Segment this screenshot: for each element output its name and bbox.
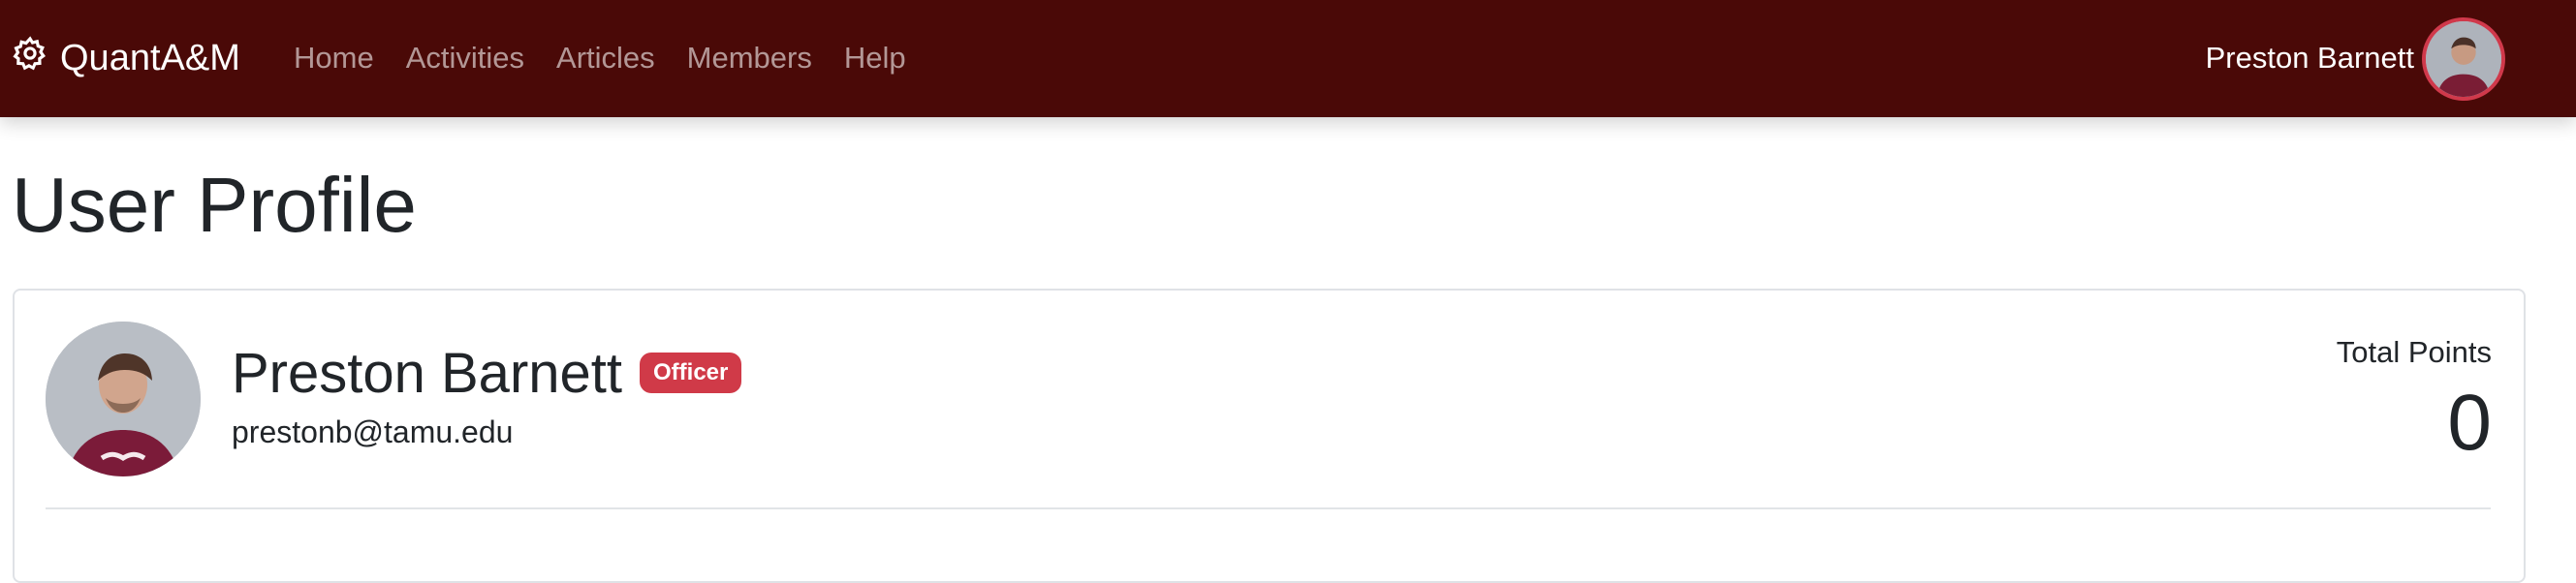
brand-link[interactable]: QuantA&M — [12, 32, 240, 84]
profile-email: prestonb@tamu.edu — [232, 414, 514, 449]
brand-label: QuantA&M — [60, 37, 240, 78]
nav-articles-link[interactable]: Articles — [556, 41, 655, 76]
nav-links: Home Activities Articles Members Help — [294, 32, 938, 84]
profile-name-row: Preston Barnett Officer — [232, 341, 742, 405]
nav-activities-link[interactable]: Activities — [406, 41, 524, 76]
profile-name: Preston Barnett — [232, 341, 622, 405]
navbar-avatar[interactable] — [2422, 17, 2505, 101]
top-navbar: QuantA&M Home Activities Articles Member… — [0, 0, 2576, 117]
total-points-value: 0 — [2447, 379, 2492, 467]
profile-avatar — [46, 322, 201, 476]
nav-members-link[interactable]: Members — [687, 41, 812, 76]
page-title: User Profile — [12, 162, 417, 248]
profile-card: Preston Barnett Officer prestonb@tamu.ed… — [13, 289, 2526, 583]
gear-icon — [12, 35, 60, 81]
total-points-label: Total Points — [2336, 335, 2492, 369]
nav-home-link[interactable]: Home — [294, 41, 374, 76]
nav-help-link[interactable]: Help — [844, 41, 906, 76]
user-avatar-icon — [2426, 21, 2501, 97]
profile-photo-icon — [46, 322, 201, 476]
card-divider — [46, 507, 2491, 509]
navbar-user-name[interactable]: Preston Barnett — [2206, 32, 2414, 84]
officer-badge: Officer — [640, 352, 742, 394]
